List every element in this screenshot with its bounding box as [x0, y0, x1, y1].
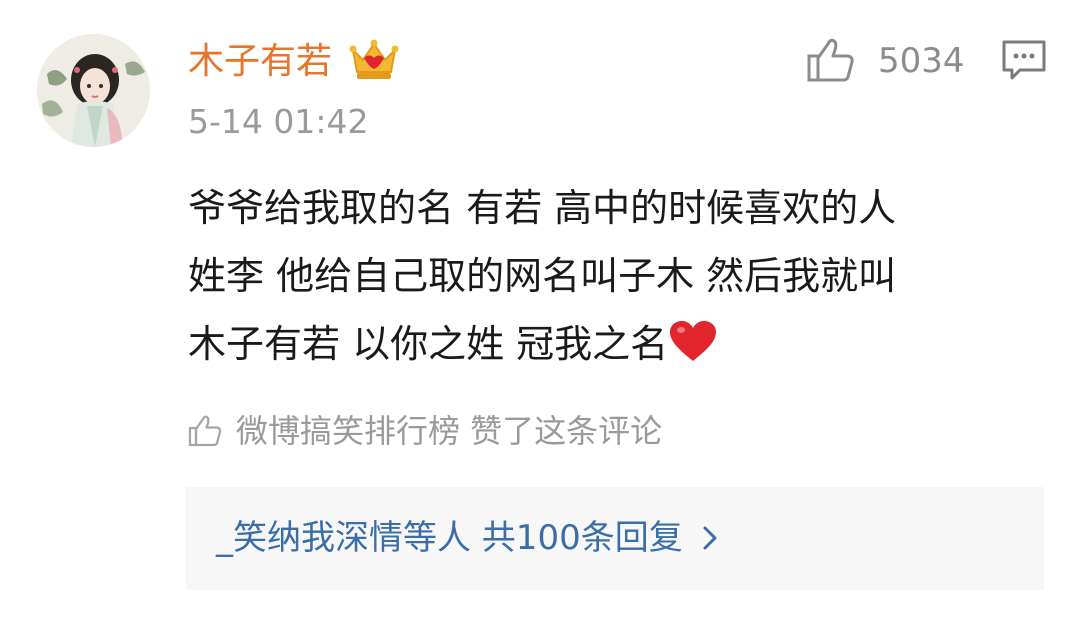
thumbs-up-icon	[188, 415, 222, 447]
heart-icon	[670, 321, 717, 361]
comment-line: 爷爷给我取的名 有若 高中的时候喜欢的人	[188, 186, 897, 230]
like-count: 5034	[878, 41, 965, 81]
username[interactable]: 木子有若	[188, 38, 332, 86]
liked-by-text[interactable]: 微博搞笑排行榜 赞了这条评论	[236, 408, 662, 454]
comment-body: 爷爷给我取的名 有若 高中的时候喜欢的人 姓李 他给自己取的网名叫子木 然后我就…	[188, 174, 1048, 378]
chevron-right-icon	[703, 526, 717, 550]
thumbs-up-icon	[807, 38, 854, 82]
comment-icon[interactable]	[1000, 38, 1048, 84]
like-button[interactable]: 5034	[806, 34, 966, 88]
crown-icon	[349, 39, 399, 79]
reply-summary-link[interactable]: _笑纳我深情等人 共100条回复	[216, 515, 719, 561]
timestamp: 5-14 01:42	[188, 102, 369, 141]
reply-summary-box[interactable]: _笑纳我深情等人 共100条回复	[186, 487, 1044, 590]
comment-line: 木子有若 以你之姓 冠我之名	[188, 310, 1048, 378]
avatar[interactable]	[37, 34, 150, 147]
reply-summary-text: _笑纳我深情等人 共100条回复	[216, 518, 683, 558]
comment-card: 木子有若 5-14 01:42 5034 爷爷给我取的名 有若 高中的时候喜欢的…	[0, 0, 1080, 621]
comment-line: 姓李 他给自己取的网名叫子木 然后我就叫	[188, 254, 897, 298]
avatar-illustration	[37, 34, 150, 147]
comment-line-text: 木子有若 以你之姓 冠我之名	[188, 322, 669, 366]
